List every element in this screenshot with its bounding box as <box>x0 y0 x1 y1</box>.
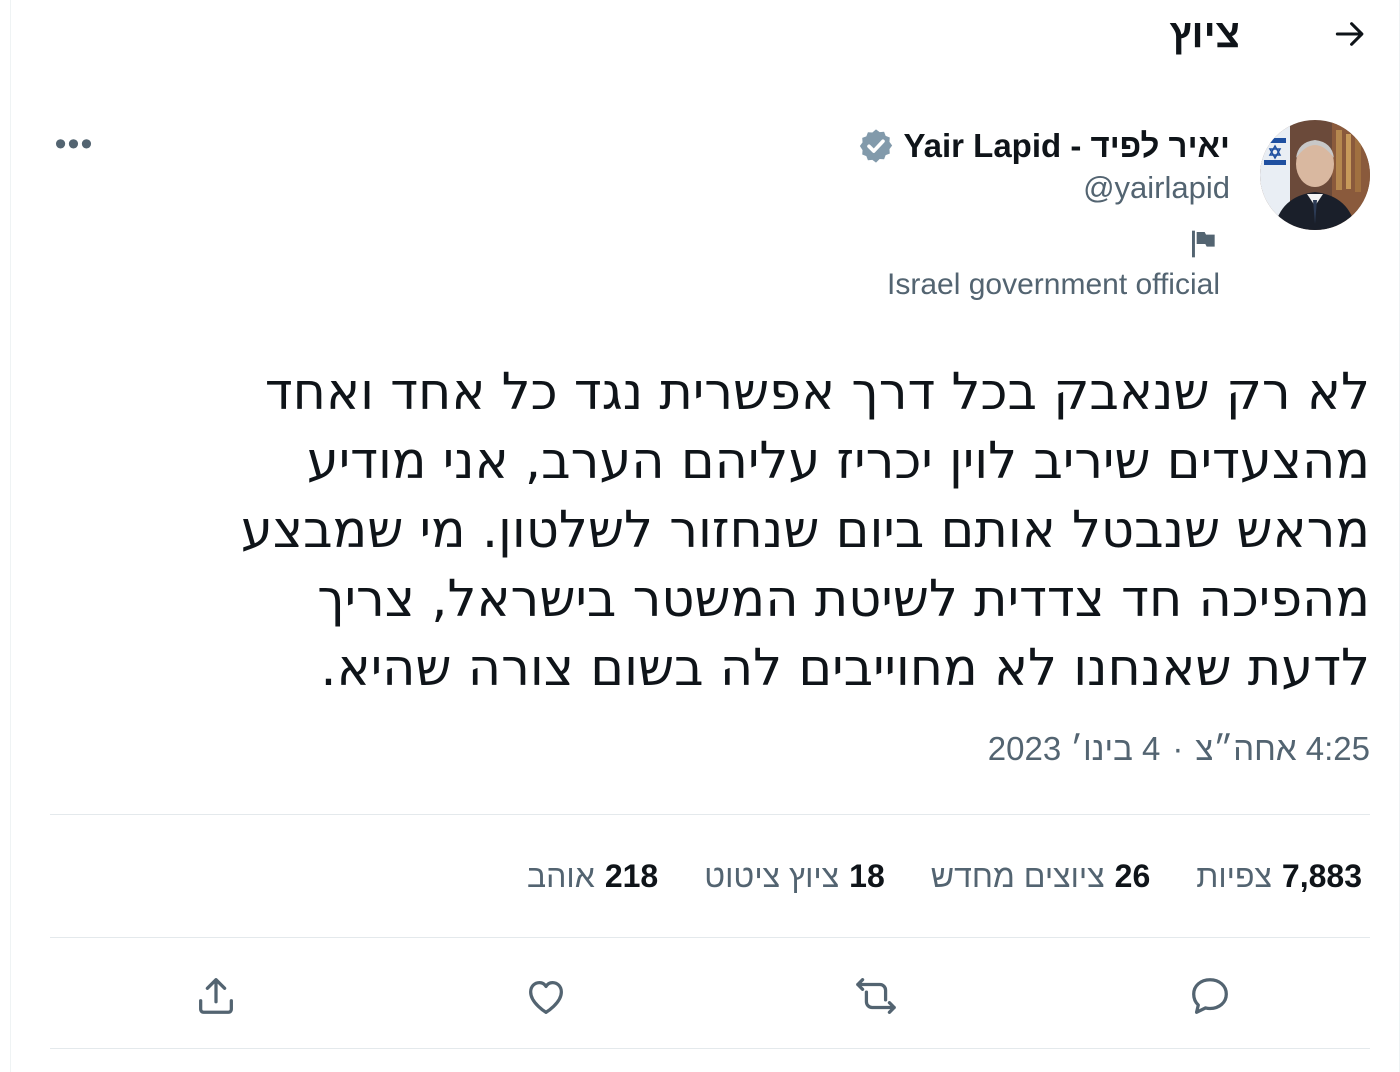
more-dots-icon: ••• <box>54 124 94 163</box>
tweet-line: מהפיכה חד צדדית לשיטת המשטר בישראל, צריך <box>317 570 1370 629</box>
tweet-time: 4:25 אחה״צ <box>1195 730 1370 767</box>
reply-button[interactable] <box>1180 966 1240 1026</box>
like-button[interactable] <box>516 966 576 1026</box>
retweet-icon <box>856 978 896 1014</box>
author-name[interactable]: יאיר לפיד - Yair Lapid <box>903 127 1230 165</box>
quotes-count: 18 <box>849 857 885 894</box>
likes-label: אוהב <box>527 857 595 894</box>
page-header: ציוץ <box>0 0 1400 70</box>
arrow-right-icon <box>1335 22 1364 46</box>
quotes-stat[interactable]: 18 ציוץ ציטוט <box>704 858 885 895</box>
government-label: Israel government official <box>887 268 1220 301</box>
reply-icon <box>1192 978 1228 1014</box>
likes-stat[interactable]: 218 אוהב <box>527 858 658 895</box>
divider <box>50 1048 1370 1049</box>
divider <box>50 814 1370 815</box>
more-options-button[interactable]: ••• <box>44 122 104 166</box>
author-handle[interactable]: @yairlapid <box>1083 170 1230 206</box>
tweet-stats: 7,883 צפיות 26 ציוצים מחדש 18 ציוץ ציטוט… <box>527 852 1362 900</box>
views-count: 7,883 <box>1281 857 1362 894</box>
views-stat[interactable]: 7,883 צפיות <box>1196 858 1362 895</box>
tweet-line: לא רק שנאבק בכל דרך אפשרית נגד כל אחד וא… <box>264 363 1370 422</box>
share-icon <box>199 978 233 1014</box>
views-label: צפיות <box>1196 857 1272 894</box>
like-icon <box>529 980 563 1014</box>
author-name-row: יאיר לפיד - Yair Lapid <box>857 124 1230 168</box>
retweets-stat[interactable]: 26 ציוצים מחדש <box>931 858 1151 895</box>
profile-photo <box>1260 120 1370 230</box>
left-border <box>10 0 11 1072</box>
tweet-line: מראש שנבטל אותם ביום שנחזור לשלטון. מי ש… <box>240 501 1370 560</box>
verified-badge-icon[interactable] <box>857 127 895 165</box>
back-button[interactable] <box>1328 12 1372 56</box>
tweet-line: לדעת שאנחנו לא מחוייבים לה בשום צורה שהי… <box>320 639 1370 698</box>
tweet-timestamp[interactable]: 4:25 אחה״צ · 4 בינו׳ 2023 <box>988 730 1370 768</box>
tweet-date: 4 בינו׳ 2023 <box>987 730 1161 767</box>
retweets-count: 26 <box>1114 857 1151 894</box>
tweet-actions <box>50 950 1370 1040</box>
quotes-label: ציוץ ציטוט <box>704 857 840 894</box>
likes-count: 218 <box>604 857 659 894</box>
avatar[interactable] <box>1260 120 1370 230</box>
retweets-label: ציוצים מחדש <box>930 857 1105 894</box>
timestamp-separator: · <box>1172 730 1184 767</box>
tweet-text: לא רק שנאבק בכל דרך אפשרית נגד כל אחד וא… <box>90 358 1370 703</box>
tweet-line: מהצעדים שיריב לוין יכריז עליהם הערב, אני… <box>306 432 1370 491</box>
retweet-button[interactable] <box>846 966 906 1026</box>
flag-icon <box>1188 228 1220 260</box>
divider <box>50 937 1370 938</box>
share-button[interactable] <box>186 966 246 1026</box>
page-title: ציוץ <box>1169 12 1240 56</box>
